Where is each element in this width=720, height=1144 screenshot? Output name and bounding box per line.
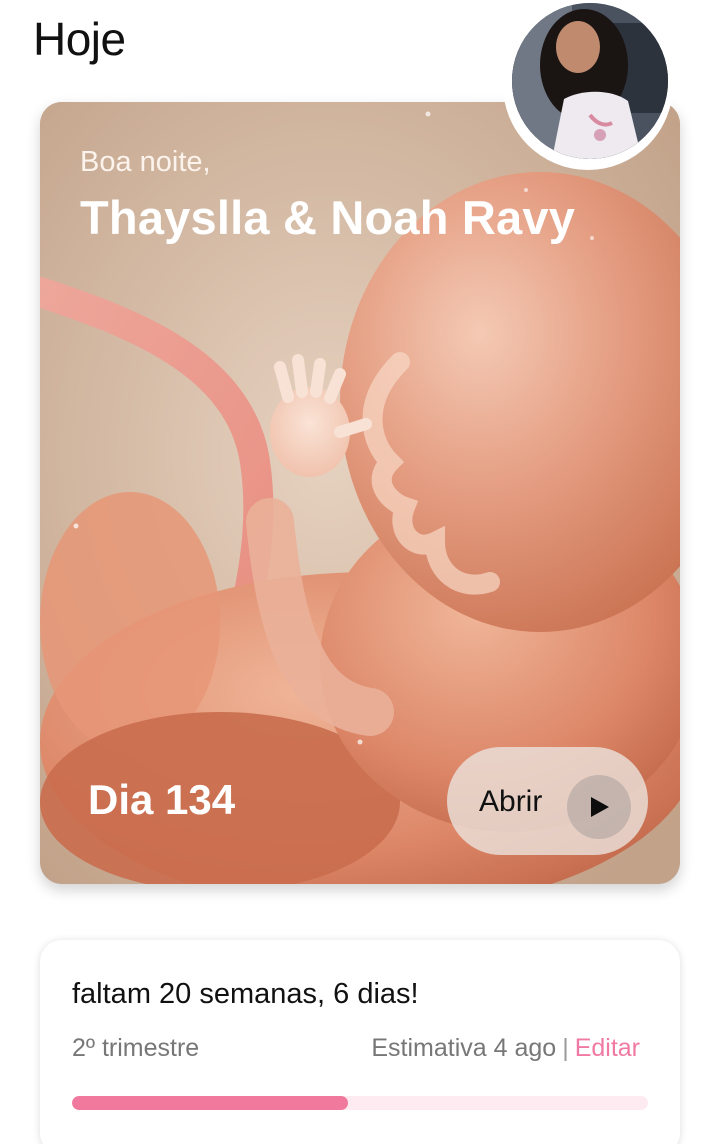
- due-date-estimate: Estimativa 4 ago: [371, 1034, 557, 1062]
- today-screen: Hoje Boa noite, Thayslla & Noah Ravy Dia…: [0, 0, 720, 1144]
- pregnancy-progress-fill: [72, 1096, 349, 1110]
- edit-due-date-link[interactable]: Editar: [575, 1034, 640, 1062]
- play-icon: [591, 797, 609, 817]
- play-button-circle[interactable]: [567, 775, 631, 839]
- page-title: Hoje: [33, 13, 126, 65]
- open-button[interactable]: Abrir: [447, 747, 648, 855]
- pregnancy-hero-card[interactable]: Boa noite, Thayslla & Noah Ravy Dia 134 …: [40, 102, 680, 884]
- pregnancy-progress-bar: [72, 1096, 648, 1110]
- open-button-label: Abrir: [479, 785, 543, 818]
- trimester-label: 2º trimestre: [72, 1034, 200, 1062]
- avatar[interactable]: [512, 3, 668, 159]
- parent-baby-names: Thayslla & Noah Ravy: [80, 191, 576, 244]
- due-date-row: Estimativa 4 ago | Editar: [371, 1034, 640, 1063]
- user-avatar-photo: [512, 3, 668, 159]
- countdown-card: faltam 20 semanas, 6 dias! 2º trimestre …: [40, 940, 680, 1144]
- greeting-text: Boa noite,: [80, 146, 211, 178]
- separator: |: [562, 1034, 569, 1062]
- pregnancy-day: Dia 134: [88, 776, 236, 823]
- remaining-time-text: faltam 20 semanas, 6 dias!: [72, 978, 419, 1010]
